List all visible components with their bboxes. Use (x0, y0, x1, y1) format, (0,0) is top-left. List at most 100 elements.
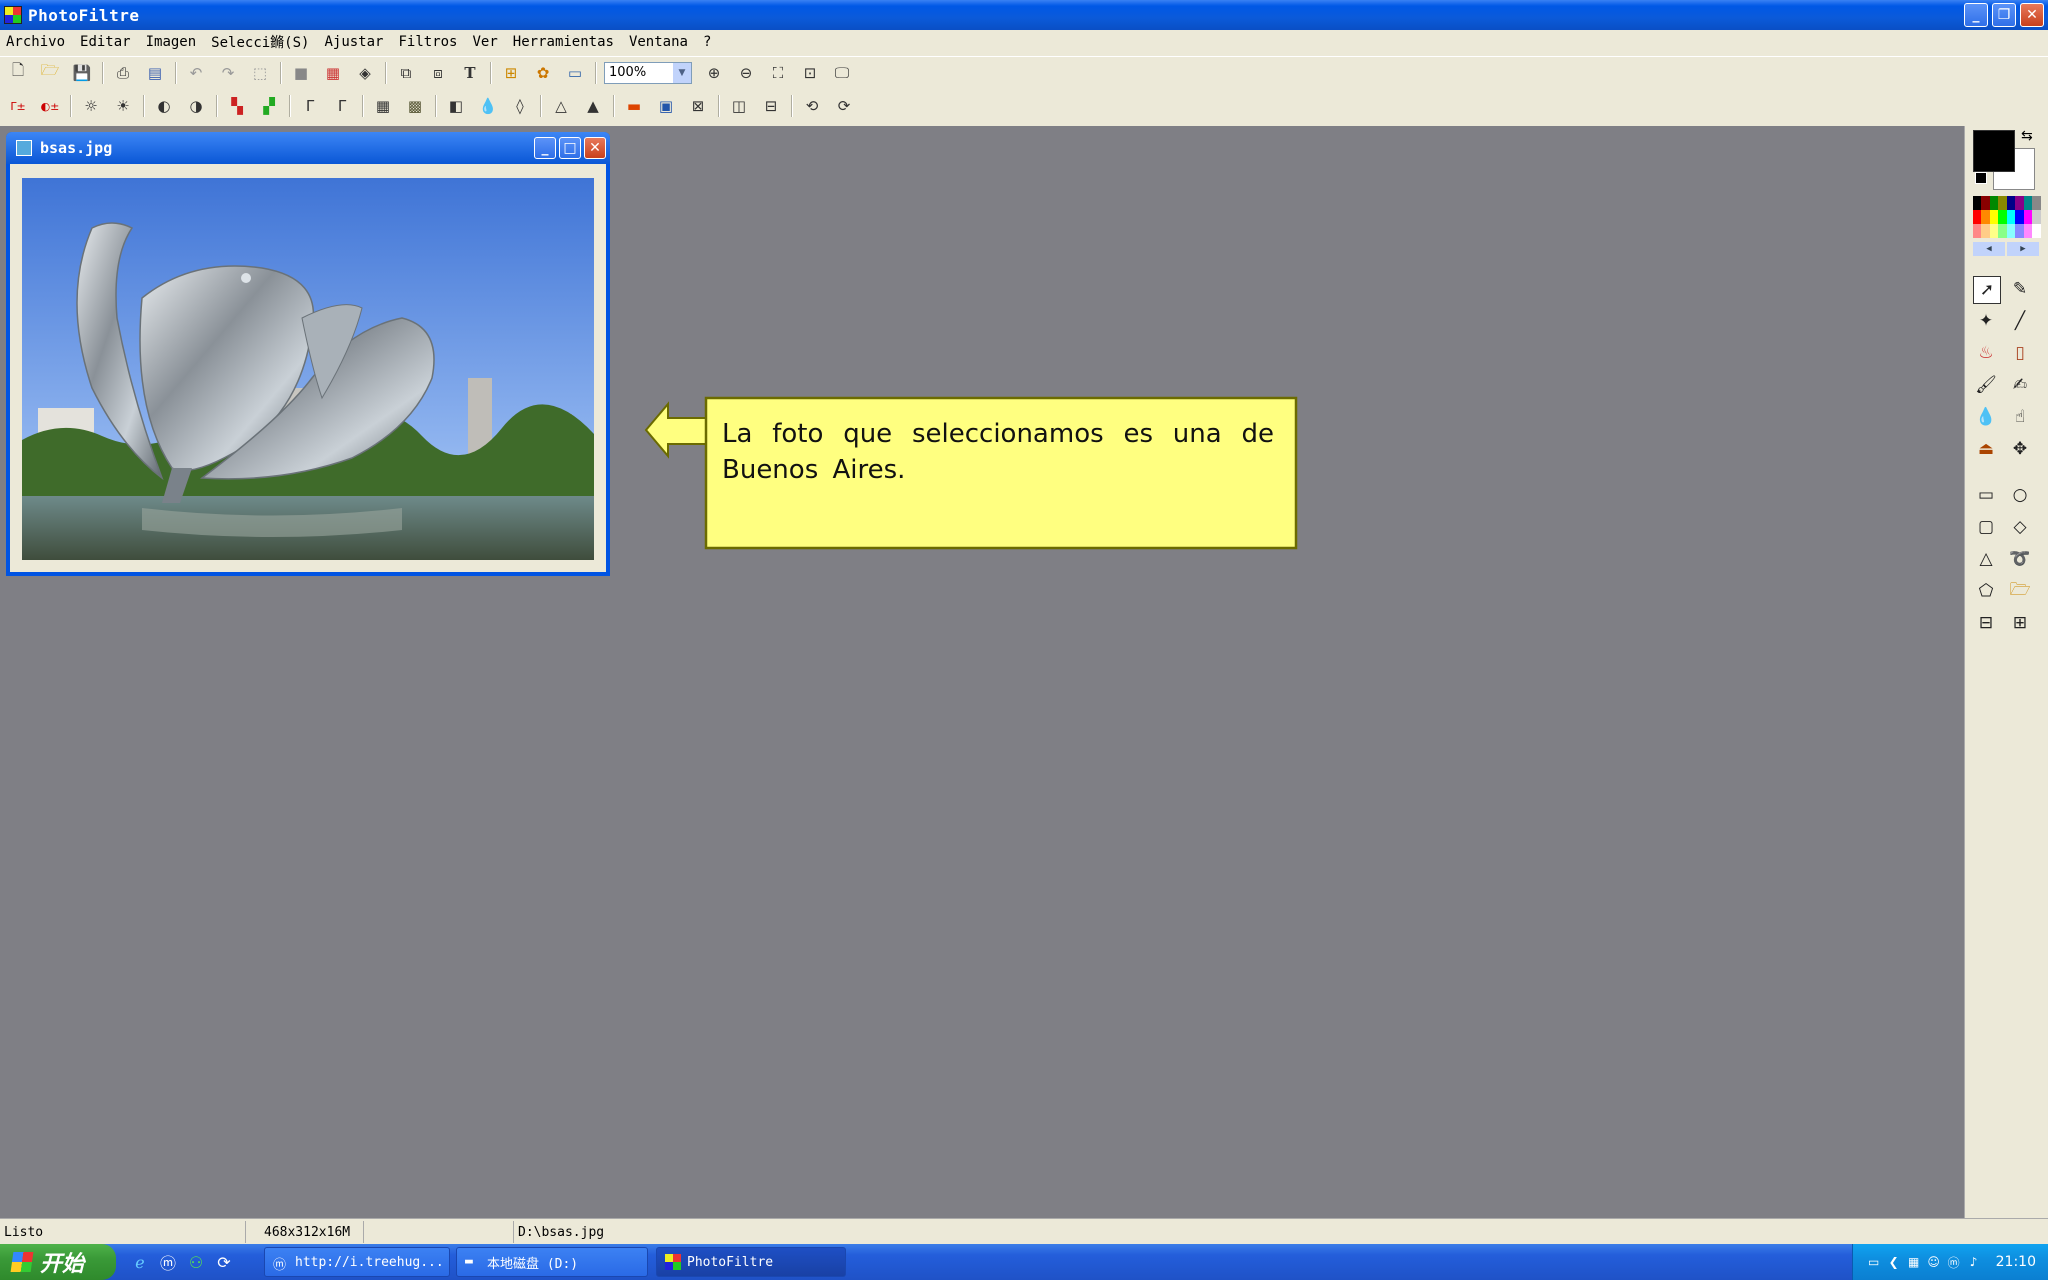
doc-maximize-button[interactable]: □ (559, 137, 581, 159)
diamond-select-icon[interactable]: ◇ (2007, 514, 2033, 540)
saturation-up-icon[interactable]: ▞ (257, 94, 281, 118)
taskbar-item-photofiltre[interactable]: PhotoFiltre (656, 1247, 846, 1277)
taskbar-item-browser[interactable]: ⓜ http://i.treehug... (264, 1247, 450, 1277)
zoom-out-icon[interactable]: ⊖ (734, 61, 758, 85)
palette-next-button[interactable]: ▶ (2007, 242, 2039, 256)
color-palette-grid-row3[interactable] (1973, 224, 2041, 238)
fade-icon[interactable]: ◧ (444, 94, 468, 118)
line-tool-icon[interactable]: ╱ (2007, 308, 2033, 334)
arrow-icon[interactable]: ❮ (1886, 1254, 1902, 1270)
menu-ajustar[interactable]: Ajustar (324, 34, 383, 50)
rotate-right-icon[interactable]: ⟳ (832, 94, 856, 118)
maxthon-tray-icon[interactable]: ⓜ (1946, 1254, 1962, 1270)
fit-icon[interactable]: ⛶ (766, 61, 790, 85)
polygon-select-icon[interactable]: ⬠ (1973, 578, 1999, 604)
menu-archivo[interactable]: Archivo (6, 34, 65, 50)
text-icon[interactable]: T (458, 61, 482, 85)
foreground-color-swatch[interactable] (1973, 130, 2015, 172)
redo-icon[interactable]: ↷ (216, 61, 240, 85)
close-button[interactable]: ✕ (2020, 3, 2044, 27)
menu-editar[interactable]: Editar (80, 34, 131, 50)
zoom-in-icon[interactable]: ⊕ (702, 61, 726, 85)
keyboard-icon[interactable]: ▭ (1866, 1254, 1882, 1270)
contrast-down-icon[interactable]: ◐ (152, 94, 176, 118)
menu-imagen[interactable]: Imagen (146, 34, 197, 50)
open-icon[interactable]: 🗁 (38, 61, 62, 85)
magic-wand-icon[interactable]: ✦ (1973, 308, 1999, 334)
swap-colors-icon[interactable]: ⇆ (2021, 128, 2033, 144)
blur-tool-icon[interactable]: 💧 (1973, 404, 1999, 430)
lasso-icon[interactable]: ➰ (2007, 546, 2033, 572)
ie-icon[interactable]: ℯ (130, 1252, 150, 1272)
sharpen-icon[interactable]: △ (549, 94, 573, 118)
gamma-up-icon[interactable]: Γ (330, 94, 354, 118)
palette-icon[interactable]: ▦ (321, 61, 345, 85)
rounded-rect-select-icon[interactable]: ▢ (1973, 514, 1999, 540)
selection-tool-icon[interactable]: ➚ (1973, 276, 2001, 304)
fullscreen-icon[interactable]: 🖵 (830, 61, 854, 85)
chevron-down-icon[interactable]: ▼ (673, 62, 691, 83)
open-shape-icon[interactable]: 🗁 (2007, 578, 2033, 604)
doc-minimize-button[interactable]: _ (534, 137, 556, 159)
palette-prev-button[interactable]: ◀ (1973, 242, 2005, 256)
undo-icon[interactable]: ↶ (184, 61, 208, 85)
reset-colors-icon[interactable] (1975, 172, 1987, 184)
filter-icon[interactable]: ⧉ (394, 61, 418, 85)
brush-icon[interactable]: 🖌 (1973, 372, 1999, 398)
restore-button[interactable]: ❐ (1992, 3, 2016, 27)
grayscale-icon[interactable]: ■ (289, 61, 313, 85)
move-icon[interactable]: ✥ (2007, 436, 2033, 462)
smudge-icon[interactable]: ☝ (2007, 404, 2033, 430)
menu-ver[interactable]: Ver (473, 34, 498, 50)
scan-icon[interactable]: ▤ (143, 61, 167, 85)
user-icon[interactable]: ☺ (1926, 1254, 1942, 1270)
volume-icon[interactable]: ♪ (1966, 1254, 1982, 1270)
eyedropper-icon[interactable]: ✎ (2007, 276, 2033, 302)
taskbar-item-explorer[interactable]: ▬ 本地磁盘 (D:) (456, 1247, 648, 1277)
filter2-icon[interactable]: ⧈ (426, 61, 450, 85)
menu-seleccion[interactable]: Selecci鏅(S) (211, 32, 309, 52)
grid-icon[interactable]: ▦ (371, 94, 395, 118)
gamma-down-icon[interactable]: Γ (298, 94, 322, 118)
network-icon[interactable]: ▦ (1906, 1254, 1922, 1270)
maxthon-icon[interactable]: ⓜ (158, 1252, 178, 1273)
fill-bucket-icon[interactable]: ♨ (1973, 340, 1999, 366)
document-title-bar[interactable]: bsas.jpg (6, 132, 610, 164)
spray-icon[interactable]: ▯ (2007, 340, 2033, 366)
saturation-down-icon[interactable]: ▚ (225, 94, 249, 118)
crop-icon[interactable]: ⬚ (248, 61, 272, 85)
flip-vertical-icon[interactable]: ⊟ (759, 94, 783, 118)
menu-help[interactable]: ? (703, 34, 711, 50)
photo-canvas[interactable] (22, 178, 594, 560)
advanced-brush-icon[interactable]: ✍ (2007, 372, 2033, 398)
app-title-bar[interactable]: PhotoFiltre _ ❐ ✕ (0, 0, 2048, 30)
menu-herramientas[interactable]: Herramientas (513, 34, 614, 50)
menu-filtros[interactable]: Filtros (398, 34, 457, 50)
blur-icon[interactable]: 💧 (476, 94, 500, 118)
save-icon[interactable]: 💾 (70, 61, 94, 85)
flip-horizontal-icon[interactable]: ◫ (727, 94, 751, 118)
auto-contrast-icon[interactable]: ◐± (38, 94, 62, 118)
contrast-up-icon[interactable]: ◑ (184, 94, 208, 118)
explorer-icon[interactable]: ⊞ (499, 61, 523, 85)
menu-ventana[interactable]: Ventana (629, 34, 688, 50)
rotate-left-icon[interactable]: ⟲ (800, 94, 824, 118)
zoom-select[interactable]: 100% ▼ (604, 61, 692, 84)
minimize-button[interactable]: _ (1964, 3, 1988, 27)
auto-levels-icon[interactable]: Γ± (6, 94, 30, 118)
start-button[interactable]: 开始 (0, 1244, 116, 1280)
color-palette-grid-row2[interactable] (1973, 210, 2041, 224)
print-icon[interactable]: ⎙ (111, 61, 135, 85)
actual-size-icon[interactable]: ⊡ (798, 61, 822, 85)
vertical-line-select-icon[interactable]: ⊞ (2007, 610, 2033, 636)
brightness-down-icon[interactable]: ☼ (79, 94, 103, 118)
stamp-icon[interactable]: ⏏ (1973, 436, 1999, 462)
media-icon[interactable]: ⟳ (214, 1252, 234, 1272)
horizontal-line-select-icon[interactable]: ⊟ (1973, 610, 1999, 636)
doc-close-button[interactable]: ✕ (584, 137, 606, 159)
window-icon[interactable]: ▭ (563, 61, 587, 85)
sharpen-more-icon[interactable]: ▲ (581, 94, 605, 118)
grid2-icon[interactable]: ▩ (403, 94, 427, 118)
blur-more-icon[interactable]: ◊ (508, 94, 532, 118)
image-frame-icon[interactable]: ▣ (654, 94, 678, 118)
